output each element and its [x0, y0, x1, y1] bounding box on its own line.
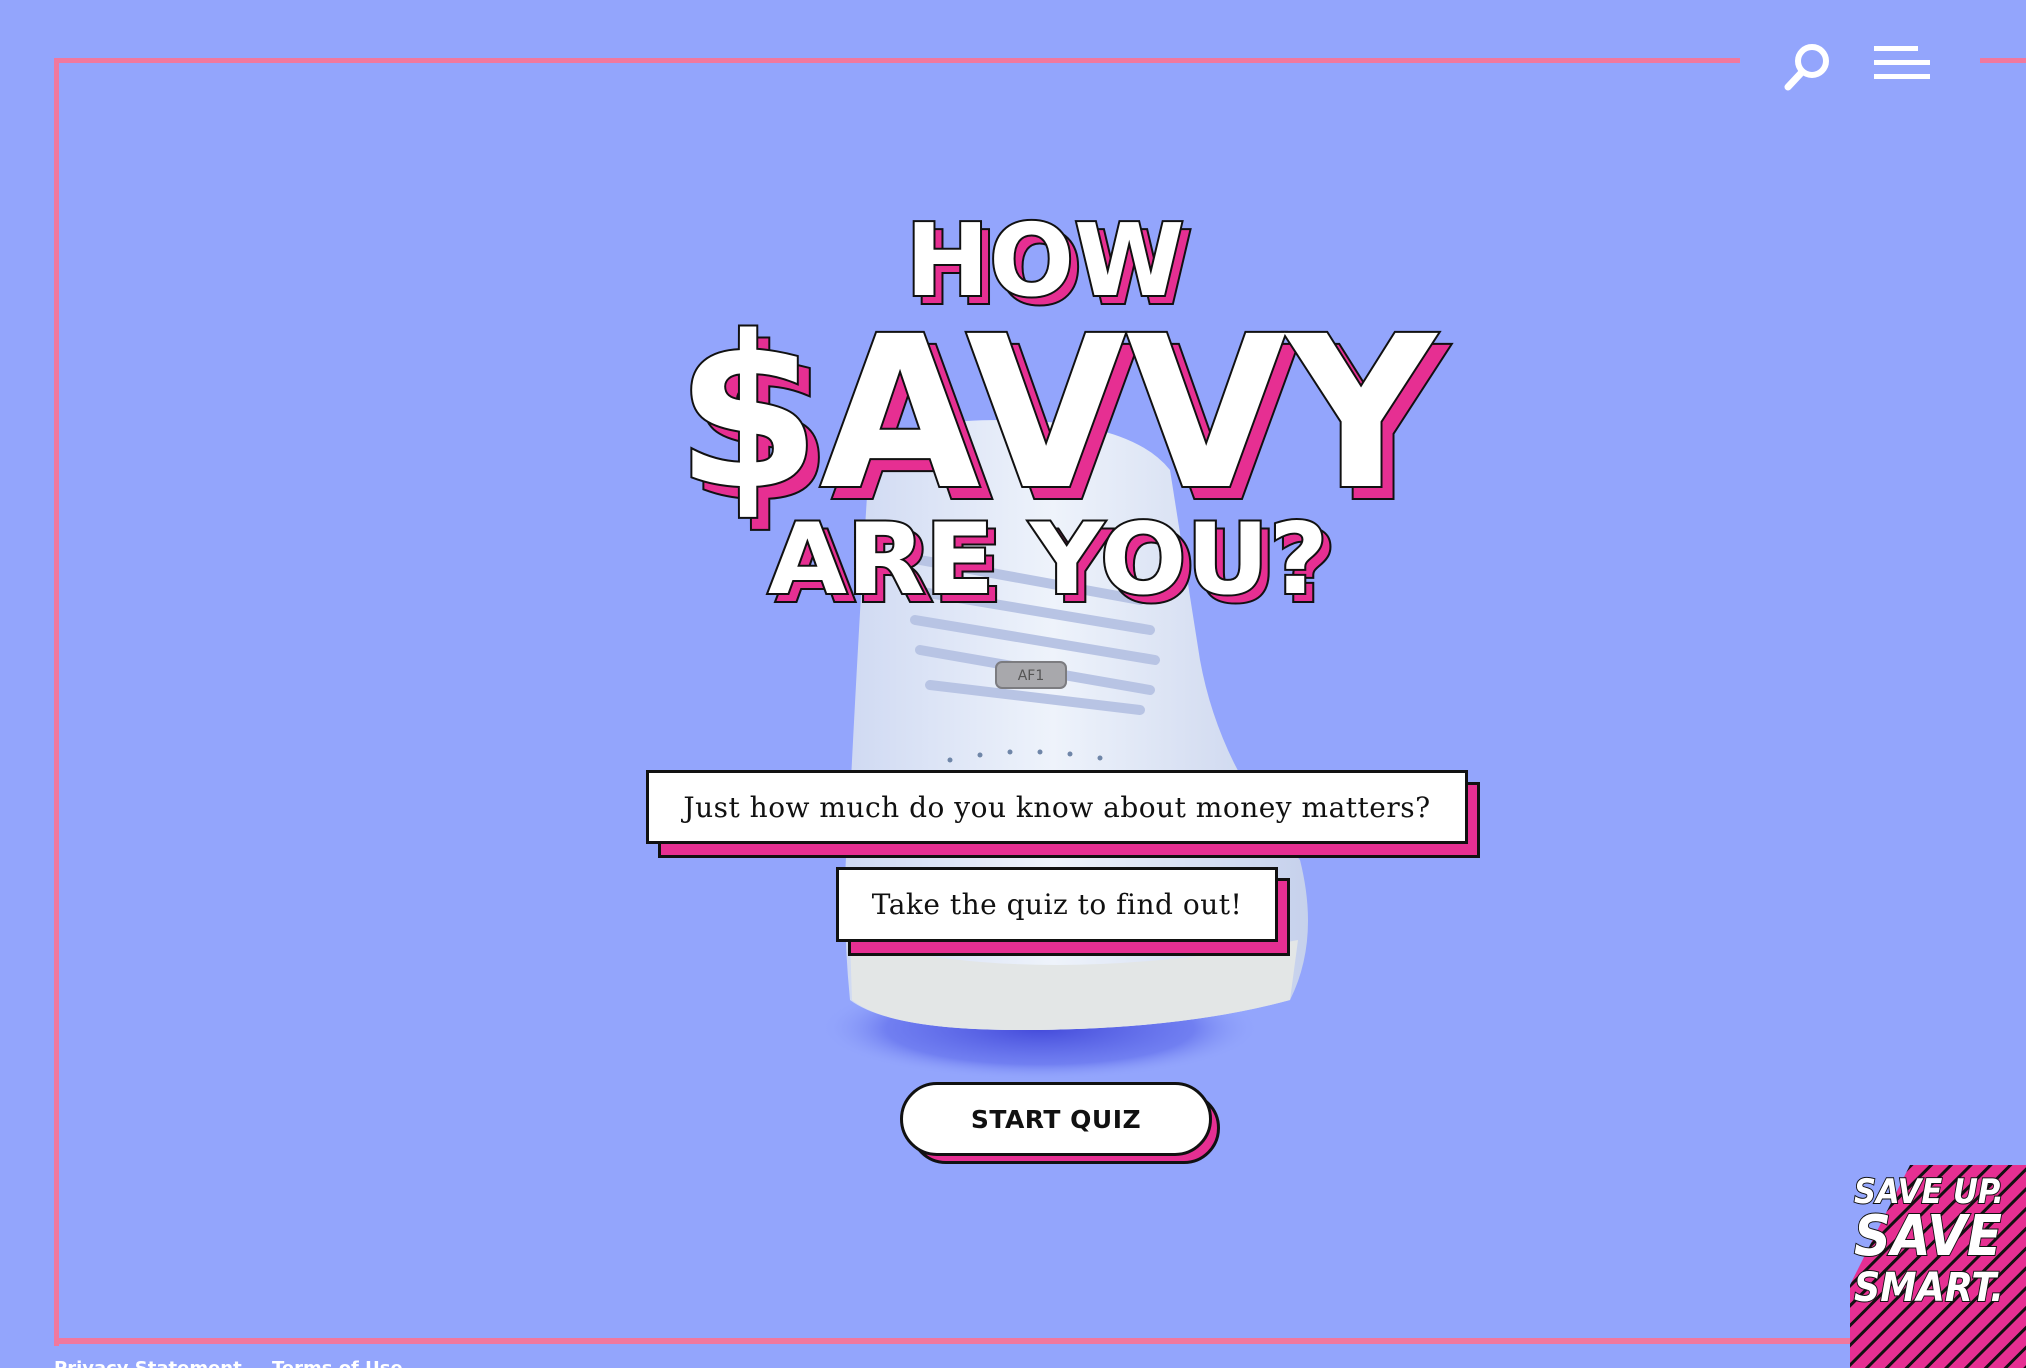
sneaker-image: AF1 — [700, 300, 1320, 1180]
hamburger-menu-icon — [1874, 46, 1930, 79]
frame-border-top-right — [1980, 58, 2026, 63]
menu-button[interactable] — [1870, 42, 1930, 86]
save-up-save-smart-logo[interactable]: SAVE UP. SAVE SMART. — [1850, 1165, 2026, 1368]
prompt-text: Take the quiz to find out! — [871, 888, 1243, 921]
svg-text:SAVE: SAVE — [1854, 1204, 2002, 1269]
svg-text:SMART.: SMART. — [1854, 1265, 2004, 1311]
footer-links: Privacy Statement Terms of Use — [54, 1356, 427, 1368]
svg-text:AF1: AF1 — [1018, 668, 1045, 684]
start-quiz-label: START QUIZ — [970, 1104, 1142, 1134]
prompt-box: Take the quiz to find out! — [836, 867, 1278, 942]
search-button[interactable] — [1782, 40, 1834, 92]
frame-border-bottom — [54, 1338, 2014, 1344]
search-icon — [1784, 44, 1829, 91]
frame-border-top — [54, 58, 1740, 63]
start-quiz-button[interactable]: START QUIZ — [900, 1082, 1212, 1156]
subtitle-box: Just how much do you know about money ma… — [646, 770, 1468, 844]
footer-link-terms[interactable]: Terms of Use — [272, 1358, 403, 1368]
footer-link-privacy[interactable]: Privacy Statement — [54, 1358, 242, 1368]
subtitle-text: Just how much do you know about money ma… — [683, 790, 1431, 824]
frame-border-left — [54, 58, 59, 1346]
